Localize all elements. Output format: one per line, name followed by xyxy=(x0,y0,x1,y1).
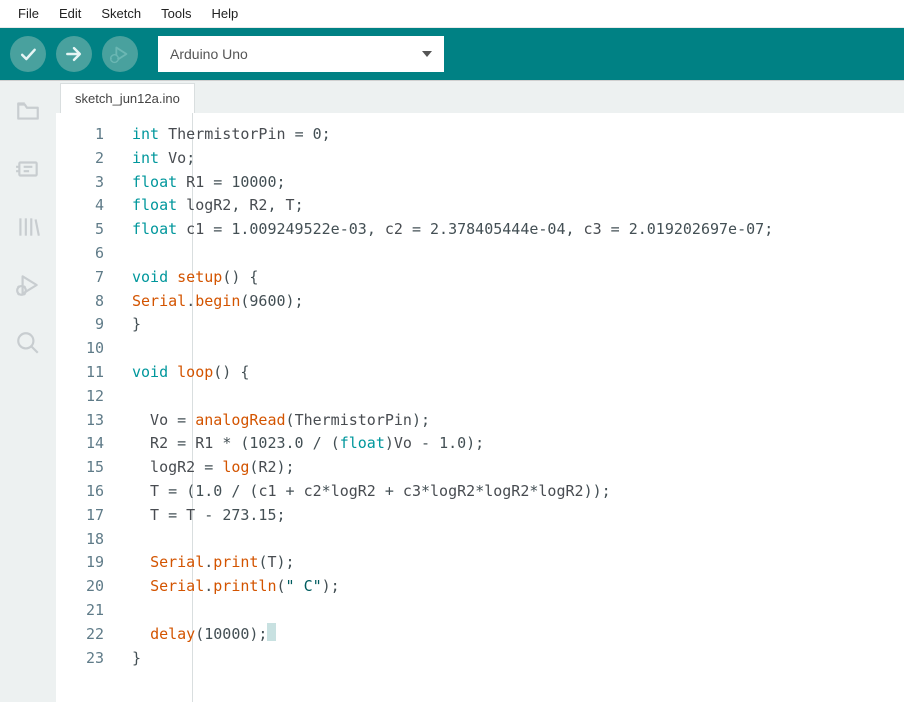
line-number: 20 xyxy=(56,575,104,599)
line-number: 8 xyxy=(56,290,104,314)
debug-panel-tab[interactable] xyxy=(12,269,44,301)
menu-tools[interactable]: Tools xyxy=(151,2,201,25)
line-number: 2 xyxy=(56,147,104,171)
code-editor[interactable]: 1234567891011121314151617181920212223 in… xyxy=(56,113,904,702)
search-icon xyxy=(15,330,41,356)
line-number: 23 xyxy=(56,647,104,671)
menu-sketch[interactable]: Sketch xyxy=(91,2,151,25)
line-number: 17 xyxy=(56,504,104,528)
line-number: 19 xyxy=(56,551,104,575)
line-number: 4 xyxy=(56,194,104,218)
line-number: 21 xyxy=(56,599,104,623)
tab-sketch[interactable]: sketch_jun12a.ino xyxy=(60,83,195,113)
menu-file[interactable]: File xyxy=(8,2,49,25)
line-number: 1 xyxy=(56,123,104,147)
search-tab[interactable] xyxy=(12,327,44,359)
debug-run-button[interactable] xyxy=(102,36,138,72)
board-select[interactable]: Arduino Uno xyxy=(158,36,444,72)
verify-button[interactable] xyxy=(10,36,46,72)
body: sketch_jun12a.ino 1234567891011121314151… xyxy=(0,80,904,702)
board-select-label: Arduino Uno xyxy=(170,46,248,62)
boards-manager-tab[interactable] xyxy=(12,153,44,185)
toolbar: Arduino Uno xyxy=(0,28,904,80)
line-number: 11 xyxy=(56,361,104,385)
boards-manager-icon xyxy=(15,156,41,182)
line-number: 15 xyxy=(56,456,104,480)
sketchbook-tab[interactable] xyxy=(12,95,44,127)
debug-play-icon xyxy=(109,43,131,65)
line-number: 10 xyxy=(56,337,104,361)
line-number: 16 xyxy=(56,480,104,504)
line-number: 22 xyxy=(56,623,104,647)
arrow-right-icon xyxy=(64,44,84,64)
caret xyxy=(267,623,276,641)
line-number: 7 xyxy=(56,266,104,290)
folder-icon xyxy=(15,98,41,124)
line-number: 5 xyxy=(56,218,104,242)
menubar: File Edit Sketch Tools Help xyxy=(0,0,904,28)
line-number: 13 xyxy=(56,409,104,433)
chevron-down-icon xyxy=(422,51,432,57)
line-number-gutter: 1234567891011121314151617181920212223 xyxy=(56,113,118,702)
line-number: 12 xyxy=(56,385,104,409)
debug-panel-icon xyxy=(15,272,41,298)
line-number: 14 xyxy=(56,432,104,456)
tab-label: sketch_jun12a.ino xyxy=(75,91,180,106)
line-number: 9 xyxy=(56,313,104,337)
upload-button[interactable] xyxy=(56,36,92,72)
code-content: int ThermistorPin = 0;int Vo;float R1 = … xyxy=(118,113,773,702)
line-number: 18 xyxy=(56,528,104,552)
check-icon xyxy=(18,44,38,64)
line-number: 6 xyxy=(56,242,104,266)
tab-bar: sketch_jun12a.ino xyxy=(56,81,904,113)
menu-edit[interactable]: Edit xyxy=(49,2,91,25)
menu-help[interactable]: Help xyxy=(201,2,248,25)
editor-area: sketch_jun12a.ino 1234567891011121314151… xyxy=(56,81,904,702)
library-manager-icon xyxy=(15,214,41,240)
activity-bar xyxy=(0,81,56,702)
library-manager-tab[interactable] xyxy=(12,211,44,243)
line-number: 3 xyxy=(56,171,104,195)
